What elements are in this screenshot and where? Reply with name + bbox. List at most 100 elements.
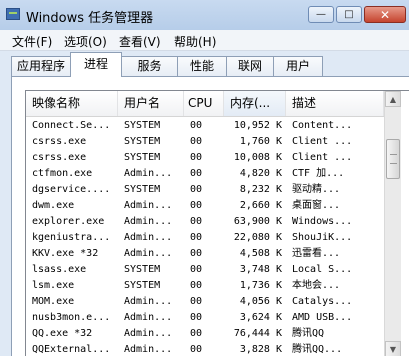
scroll-thumb[interactable] (386, 139, 400, 179)
process-user: Admin... (124, 344, 173, 355)
menu-view[interactable]: 查看(V) (119, 33, 161, 50)
vertical-scrollbar[interactable]: ▲ ▼ (384, 91, 401, 356)
tab-applications[interactable]: 应用程序 (11, 56, 71, 76)
process-name: lsm.exe (32, 280, 75, 291)
process-cpu: 00 (190, 184, 203, 195)
tab-services[interactable]: 服务 (121, 56, 178, 76)
process-cpu: 00 (190, 120, 203, 131)
process-memory: 3,624 K (239, 312, 282, 323)
close-button[interactable]: ✕ (364, 6, 406, 23)
process-user: SYSTEM (124, 184, 161, 195)
minimize-button[interactable]: — (308, 6, 334, 23)
table-row[interactable]: ctfmon.exe Admin... 00 4,820 K CTF 加... (26, 166, 384, 182)
process-cpu: 00 (190, 344, 203, 355)
process-cpu: 00 (190, 232, 203, 243)
process-memory: 76,444 K (233, 328, 282, 339)
table-row[interactable]: MOM.exe Admin... 00 4,056 K Catalys... (26, 294, 384, 310)
table-row[interactable]: explorer.exe Admin... 00 63,900 K Windows... (26, 214, 384, 230)
menu-options[interactable]: 选项(O) (64, 33, 107, 50)
process-memory: 2,660 K (239, 200, 282, 211)
process-description: 本地会... (292, 280, 341, 291)
maximize-button[interactable]: □ (336, 6, 362, 23)
tab-users[interactable]: 用户 (273, 56, 323, 76)
table-row[interactable]: nusb3mon.e... Admin... 00 3,624 K AMD USB... (26, 310, 384, 326)
table-row[interactable]: csrss.exe SYSTEM 00 10,008 K Client ... (26, 150, 384, 166)
process-description: Local S... (292, 264, 353, 275)
process-name: QQExternal... (32, 344, 111, 355)
process-user: Admin... (124, 168, 173, 179)
table-row[interactable]: dwm.exe Admin... 00 2,660 K 桌面窗... (26, 198, 384, 214)
process-name: dwm.exe (32, 200, 75, 211)
process-memory: 4,508 K (239, 248, 282, 259)
column-user-name[interactable]: 用户名 (118, 91, 184, 116)
process-name: nusb3mon.e... (32, 312, 111, 323)
process-description: Catalys... (292, 296, 353, 307)
process-name: lsass.exe (32, 264, 87, 275)
table-row[interactable]: lsm.exe SYSTEM 00 1,736 K 本地会... (26, 278, 384, 294)
tab-processes[interactable]: 进程 (70, 52, 122, 77)
process-cpu: 00 (190, 216, 203, 227)
table-row[interactable]: lsass.exe SYSTEM 00 3,748 K Local S... (26, 262, 384, 278)
list-header: 映像名称 用户名 CPU 内存(... 描述 (26, 91, 384, 117)
process-description: CTF 加... (292, 168, 345, 179)
scroll-up-arrow-icon[interactable]: ▲ (385, 91, 401, 107)
process-memory: 10,952 K (233, 120, 282, 131)
process-memory: 4,820 K (239, 168, 282, 179)
table-row[interactable]: Connect.Se... SYSTEM 00 10,952 K Content... (26, 118, 384, 134)
process-user: Admin... (124, 216, 173, 227)
process-name: ctfmon.exe (32, 168, 93, 179)
table-row[interactable]: QQExternal... Admin... 00 3,828 K 腾讯QQ... (26, 342, 384, 356)
process-name: csrss.exe (32, 136, 87, 147)
tab-strip: 应用程序 进程 服务 性能 联网 用户 (0, 52, 409, 77)
process-memory: 22,080 K (233, 232, 282, 243)
menu-bar: 文件(F) 选项(O) 查看(V) 帮助(H) (0, 30, 409, 51)
process-memory: 8,232 K (239, 184, 282, 195)
column-cpu[interactable]: CPU (184, 91, 224, 116)
process-user: Admin... (124, 248, 173, 259)
process-name: kgeniustra... (32, 232, 111, 243)
process-user: Admin... (124, 200, 173, 211)
process-name: KKV.exe *32 (32, 248, 99, 259)
menu-file[interactable]: 文件(F) (12, 33, 52, 50)
process-name: csrss.exe (32, 152, 87, 163)
tab-networking[interactable]: 联网 (226, 56, 274, 76)
process-description: 迅雷看... (292, 248, 341, 259)
scroll-down-arrow-icon[interactable]: ▼ (385, 341, 401, 356)
process-cpu: 00 (190, 200, 203, 211)
process-cpu: 00 (190, 136, 203, 147)
process-cpu: 00 (190, 152, 203, 163)
process-description: 腾讯QQ... (292, 344, 343, 355)
process-list[interactable]: 映像名称 用户名 CPU 内存(... 描述 Connect.Se... SYST… (25, 90, 409, 356)
process-name: MOM.exe (32, 296, 75, 307)
process-cpu: 00 (190, 248, 203, 259)
process-memory: 1,736 K (239, 280, 282, 291)
process-cpu: 00 (190, 312, 203, 323)
process-description: Content... (292, 120, 353, 131)
table-row[interactable]: kgeniustra... Admin... 00 22,080 K ShouJiK..… (26, 230, 384, 246)
table-row[interactable]: dgservice.... SYSTEM 00 8,232 K 驱动精... (26, 182, 384, 198)
process-name: dgservice.... (32, 184, 111, 195)
process-description: 腾讯QQ (292, 328, 325, 339)
table-row[interactable]: QQ.exe *32 Admin... 00 76,444 K 腾讯QQ (26, 326, 384, 342)
process-user: SYSTEM (124, 120, 161, 131)
tab-performance[interactable]: 性能 (177, 56, 227, 76)
column-memory[interactable]: 内存(... (224, 91, 286, 116)
menu-help[interactable]: 帮助(H) (174, 33, 216, 50)
process-user: SYSTEM (124, 264, 161, 275)
process-description: Windows... (292, 216, 353, 227)
process-description: Client ... (292, 136, 353, 147)
process-memory: 3,828 K (239, 344, 282, 355)
column-description[interactable]: 描述 (286, 91, 384, 116)
process-cpu: 00 (190, 328, 203, 339)
table-row[interactable]: csrss.exe SYSTEM 00 1,760 K Client ... (26, 134, 384, 150)
column-image-name[interactable]: 映像名称 (26, 91, 118, 116)
table-row[interactable]: KKV.exe *32 Admin... 00 4,508 K 迅雷看... (26, 246, 384, 262)
process-cpu: 00 (190, 264, 203, 275)
process-description: ShouJiK... (292, 232, 353, 243)
process-name: Connect.Se... (32, 120, 111, 131)
process-memory: 10,008 K (233, 152, 282, 163)
process-description: 桌面窗... (292, 200, 341, 211)
process-memory: 3,748 K (239, 264, 282, 275)
process-cpu: 00 (190, 280, 203, 291)
process-user: Admin... (124, 312, 173, 323)
